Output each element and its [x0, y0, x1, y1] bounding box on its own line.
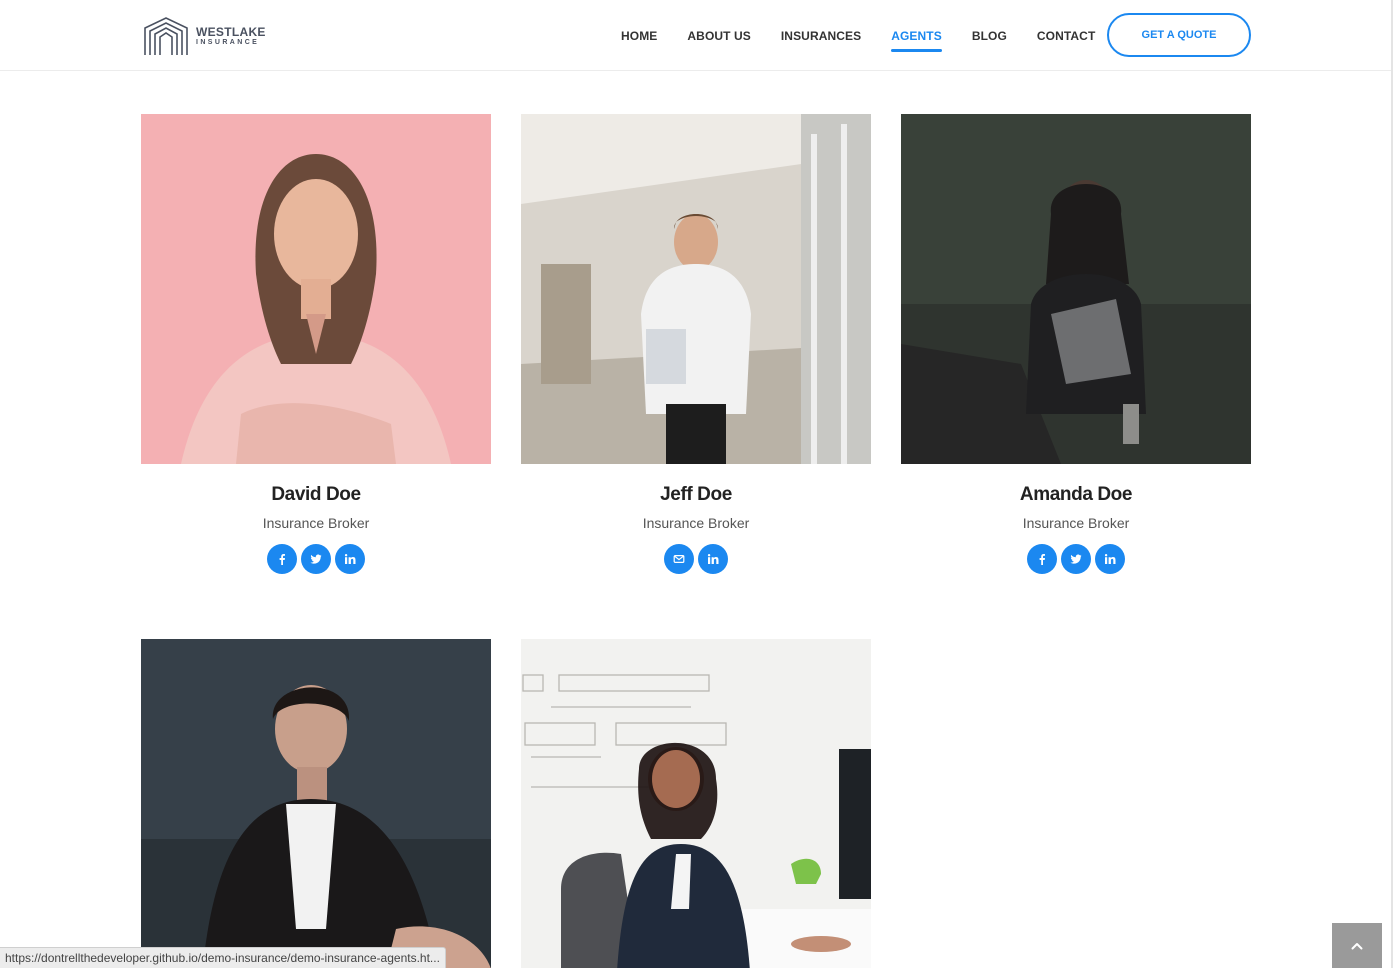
agent-photo: [521, 114, 871, 464]
agent-photo: [521, 639, 871, 968]
agent-photo: [141, 639, 491, 968]
agent-photo-image: [521, 114, 871, 464]
link-status-bar: https://dontrellthedeveloper.github.io/d…: [0, 947, 446, 968]
agent-socials: [141, 544, 491, 574]
agent-role: Insurance Broker: [262, 515, 370, 531]
agent-role: Insurance Broker: [1022, 515, 1130, 531]
chevron-up-icon: [1351, 942, 1363, 949]
nav-home[interactable]: HOME: [606, 29, 672, 43]
nav-about-us[interactable]: ABOUT US: [672, 29, 765, 43]
brand-logo[interactable]: WESTLAKE INSURANCE: [142, 15, 266, 57]
agent-card-jeff: Jeff Doe Insurance Broker: [521, 114, 871, 574]
agent-photo: [141, 114, 491, 464]
nav-blog[interactable]: BLOG: [957, 29, 1022, 43]
envelope-icon[interactable]: [664, 544, 694, 574]
linkedin-icon[interactable]: [1095, 544, 1125, 574]
agent-photo-image: [901, 114, 1251, 464]
agent-name: Jeff Doe: [660, 484, 732, 505]
brand-name: WESTLAKE: [196, 25, 266, 39]
page: WESTLAKE INSURANCE HOME ABOUT US INSURAN…: [0, 0, 1393, 968]
agent-card-amanda: Amanda Doe Insurance Broker: [901, 114, 1251, 574]
main-nav: HOME ABOUT US INSURANCES AGENTS BLOG CON…: [606, 0, 1110, 71]
agent-photo-image: [141, 114, 491, 464]
nav-contact[interactable]: CONTACT: [1022, 29, 1110, 43]
brand-subtitle: INSURANCE: [196, 39, 260, 46]
nav-insurances[interactable]: INSURANCES: [766, 29, 876, 43]
logo-mark-icon: [144, 17, 188, 55]
agent-card-5: [521, 639, 871, 968]
linkedin-icon[interactable]: [698, 544, 728, 574]
agent-socials: [901, 544, 1251, 574]
twitter-icon[interactable]: [301, 544, 331, 574]
agent-name: David Doe: [271, 484, 361, 505]
agent-photo: [901, 114, 1251, 464]
agent-card-4: [141, 639, 491, 968]
get-a-quote-button[interactable]: GET A QUOTE: [1107, 13, 1251, 57]
back-to-top-button[interactable]: [1332, 923, 1382, 968]
facebook-icon[interactable]: [1027, 544, 1057, 574]
site-header: WESTLAKE INSURANCE HOME ABOUT US INSURAN…: [0, 0, 1391, 71]
agent-card-david: David Doe Insurance Broker: [141, 114, 491, 574]
facebook-icon[interactable]: [267, 544, 297, 574]
agent-photo-image: [141, 639, 491, 968]
twitter-icon[interactable]: [1061, 544, 1091, 574]
agent-photo-image: [521, 639, 871, 968]
agent-role: Insurance Broker: [642, 515, 750, 531]
linkedin-icon[interactable]: [335, 544, 365, 574]
agent-name: Amanda Doe: [1019, 484, 1133, 505]
nav-agents[interactable]: AGENTS: [876, 29, 957, 52]
agent-socials: [521, 544, 871, 574]
